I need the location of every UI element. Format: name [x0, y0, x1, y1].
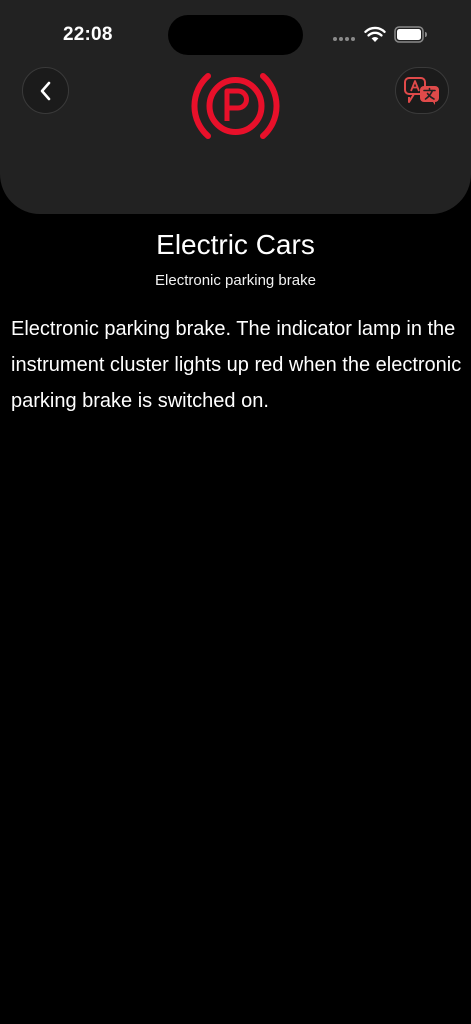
wifi-icon — [364, 26, 386, 42]
parking-brake-icon — [191, 73, 280, 139]
translate-icon — [404, 76, 439, 105]
translate-button[interactable] — [395, 67, 449, 114]
app-screen: 22:08 Electric Cars Electronic parking b… — [0, 0, 471, 1024]
battery-icon — [394, 26, 427, 43]
cellular-signal-icon — [333, 37, 355, 41]
page-title: Electric Cars — [156, 229, 315, 260]
page-subtitle: Electronic parking brake — [155, 272, 316, 289]
back-button[interactable] — [22, 67, 69, 114]
status-bar-time: 22:08 — [63, 24, 113, 45]
dynamic-island — [168, 15, 303, 55]
header-panel: 22:08 — [0, 0, 471, 214]
description-text: Electronic parking brake. The indicator … — [11, 318, 462, 412]
chevron-left-icon — [40, 81, 50, 100]
